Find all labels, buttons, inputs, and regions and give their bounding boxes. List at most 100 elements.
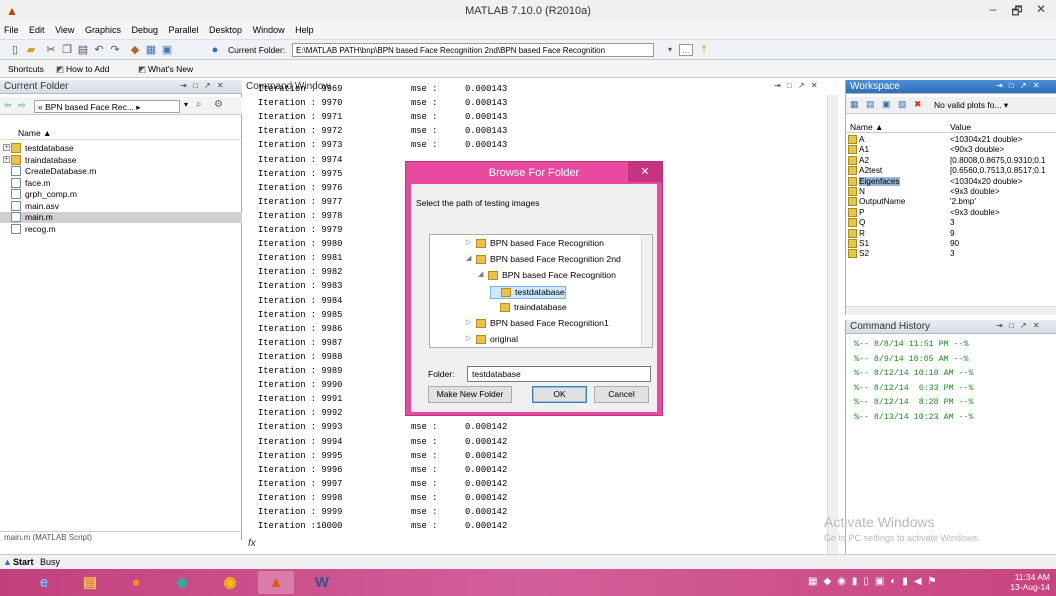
menu-parallel[interactable]: Parallel xyxy=(165,22,203,35)
profiler-icon[interactable]: ▣ xyxy=(160,43,174,57)
browse-button[interactable]: ... xyxy=(679,44,693,56)
panel-controls[interactable]: ⇥ □ ↗ ✕ xyxy=(180,81,226,90)
scrollbar[interactable] xyxy=(846,306,1056,315)
back-arrow-icon[interactable]: ⇦ xyxy=(4,100,12,111)
paste-icon[interactable]: ▤ xyxy=(76,43,90,57)
file-row[interactable]: recog.m xyxy=(0,223,242,235)
copy-icon[interactable]: ❐ xyxy=(60,43,74,57)
history-entry[interactable]: %-- 8/12/14 10:18 AM --% xyxy=(854,369,974,378)
chevron-down-icon[interactable]: ▾ xyxy=(663,43,677,57)
file-row[interactable]: face.m xyxy=(0,177,242,189)
workspace-variable-row[interactable]: N <9x3 double> xyxy=(846,187,1056,197)
folder-input[interactable]: testdatabase xyxy=(467,366,651,382)
menu-desktop[interactable]: Desktop xyxy=(205,22,246,35)
app-icon[interactable]: ◆ xyxy=(164,571,200,594)
history-entry[interactable]: %-- 8/12/14 8:28 PM --% xyxy=(854,398,974,407)
system-tray-icons[interactable]: ▦◆◉▮▯▣◐▮◀⚑ xyxy=(808,576,943,587)
workspace-variable-row[interactable]: A1 <90x3 double> xyxy=(846,145,1056,155)
close-button[interactable]: ✕ xyxy=(1028,2,1054,16)
column-header-value[interactable]: Value xyxy=(950,122,971,132)
file-row[interactable]: main.asv xyxy=(0,200,242,212)
open-variable-icon[interactable]: ▤ xyxy=(866,99,875,110)
minimize-button[interactable]: – xyxy=(980,2,1006,16)
file-explorer-icon[interactable]: ▤ xyxy=(72,571,108,594)
expand-arrow-icon[interactable]: ▷ xyxy=(466,318,471,326)
folder-tree-item[interactable]: ▷ BPN based Face Recognition xyxy=(466,238,646,251)
menu-edit[interactable]: Edit xyxy=(25,22,49,35)
column-header-name[interactable]: Name ▲ xyxy=(850,122,883,132)
folder-tree-item[interactable]: ▷ BPN based Face Recognition1 xyxy=(466,318,646,331)
workspace-variable-row[interactable]: OutputName '2.bmp' xyxy=(846,197,1056,207)
shortcut-how-to-add[interactable]: How to Add xyxy=(66,64,109,74)
fx-prompt-icon[interactable]: fx xyxy=(248,538,256,549)
gear-icon[interactable]: ⚙ xyxy=(214,99,223,110)
file-row[interactable]: + testdatabase xyxy=(0,143,242,154)
folder-tree-item[interactable]: ◢ BPN based Face Recognition xyxy=(478,270,652,283)
menu-debug[interactable]: Debug xyxy=(127,22,162,35)
ok-button[interactable]: OK xyxy=(532,386,587,403)
undo-icon[interactable]: ↶ xyxy=(92,43,106,57)
history-entry[interactable]: %-- 8/13/14 10:23 AM --% xyxy=(854,413,974,422)
delete-icon[interactable]: ✖ xyxy=(914,99,922,110)
expand-icon[interactable]: + xyxy=(3,144,10,151)
chevron-down-icon[interactable]: ▾ xyxy=(184,100,188,109)
expand-icon[interactable]: + xyxy=(3,155,10,163)
new-variable-icon[interactable]: ▦ xyxy=(850,99,859,110)
history-entry[interactable]: %-- 8/12/14 6:33 PM --% xyxy=(854,384,974,393)
scrollbar[interactable] xyxy=(827,95,838,554)
redo-icon[interactable]: ↷ xyxy=(108,43,122,57)
ie-icon[interactable]: e xyxy=(26,571,62,594)
save-icon[interactable]: ▣ xyxy=(882,99,891,110)
workspace-variable-row[interactable]: P <9x3 double> xyxy=(846,207,1056,218)
expand-arrow-icon[interactable]: ◢ xyxy=(466,254,471,262)
current-folder-input[interactable]: E:\MATLAB PATH\bnp\BPN based Face Recogn… xyxy=(292,43,654,57)
workspace-variable-row[interactable]: S1 90 xyxy=(846,239,1056,249)
chrome-icon[interactable]: ◉ xyxy=(212,571,248,594)
folder-tree-item[interactable]: testdatabase xyxy=(490,286,566,299)
panel-controls[interactable]: ⇥ □ ↗ ✕ xyxy=(774,81,820,90)
folder-tree-item[interactable]: traindatabase xyxy=(490,302,652,315)
folder-up-icon[interactable]: ⤒ xyxy=(697,43,711,57)
folder-tree-item[interactable]: ▷ original xyxy=(466,334,646,347)
folder-tree[interactable]: ▷ BPN based Face Recognition ◢ BPN based Fa… xyxy=(429,234,653,348)
simulink-icon[interactable]: ◆ xyxy=(128,43,142,57)
make-new-folder-button[interactable]: Make New Folder xyxy=(428,386,512,403)
menu-window[interactable]: Window xyxy=(249,22,289,35)
firefox-icon[interactable]: ● xyxy=(118,571,154,594)
workspace-variable-row[interactable]: R9 xyxy=(846,228,1056,239)
menu-view[interactable]: View xyxy=(51,22,78,35)
open-folder-icon[interactable]: ▰ xyxy=(24,43,38,57)
workspace-variable-row[interactable]: Eigenfaces <10304x20 double> xyxy=(846,176,1056,187)
menu-help[interactable]: Help xyxy=(291,22,318,35)
file-row[interactable]: + traindatabase xyxy=(0,154,242,166)
workspace-variable-row[interactable]: S2 3 xyxy=(846,249,1056,259)
panel-controls[interactable]: ⇥ □ ↗ ✕ xyxy=(996,81,1042,90)
menu-graphics[interactable]: Graphics xyxy=(81,22,125,35)
expand-arrow-icon[interactable]: ◢ xyxy=(478,270,483,278)
start-button[interactable]: Start xyxy=(13,557,34,567)
folder-tree-item[interactable]: ◢ BPN based Face Recognition 2nd xyxy=(466,254,646,267)
column-header-name[interactable]: Name ▲ xyxy=(0,126,242,140)
matlab-taskbar-icon[interactable]: ▲ xyxy=(258,571,294,594)
file-row[interactable]: main.m xyxy=(0,212,242,223)
clock[interactable]: 11:34 AM 13-Aug-14 xyxy=(1010,572,1050,592)
folder-path-field[interactable]: « BPN based Face Rec... ▸ xyxy=(34,100,180,113)
cancel-button[interactable]: Cancel xyxy=(594,386,649,403)
load-icon[interactable]: ▧ xyxy=(898,99,907,110)
guide-icon[interactable]: ▦ xyxy=(144,43,158,57)
history-entry[interactable]: %-- 8/8/14 11:51 PM --% xyxy=(854,340,969,349)
shortcut-whats-new[interactable]: What's New xyxy=(148,64,193,74)
close-icon[interactable]: ✕ xyxy=(628,162,662,182)
help-icon[interactable]: ● xyxy=(208,43,222,57)
workspace-variable-row[interactable]: Q3 xyxy=(846,218,1056,228)
scrollbar[interactable] xyxy=(641,235,652,347)
expand-arrow-icon[interactable]: ▷ xyxy=(466,238,471,246)
forward-arrow-icon[interactable]: ⇨ xyxy=(18,100,26,111)
cut-icon[interactable]: ✂ xyxy=(44,43,58,57)
maximize-button[interactable]: 🗗 xyxy=(1004,2,1030,23)
menu-file[interactable]: File xyxy=(0,22,23,35)
search-icon[interactable]: ⌕ xyxy=(196,99,202,110)
plot-selector[interactable]: No valid plots fo... ▾ xyxy=(934,100,1008,111)
file-row[interactable]: grph_comp.m xyxy=(0,189,242,200)
new-file-icon[interactable]: ▯ xyxy=(8,43,22,57)
